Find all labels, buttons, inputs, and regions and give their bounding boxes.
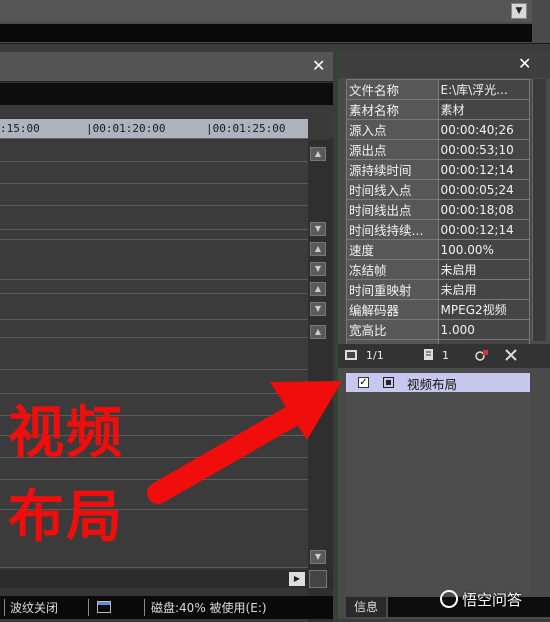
watermark-text: 悟空问答: [462, 591, 523, 609]
watermark-logo-icon: [440, 590, 458, 608]
annotation-arrow: [147, 381, 342, 504]
